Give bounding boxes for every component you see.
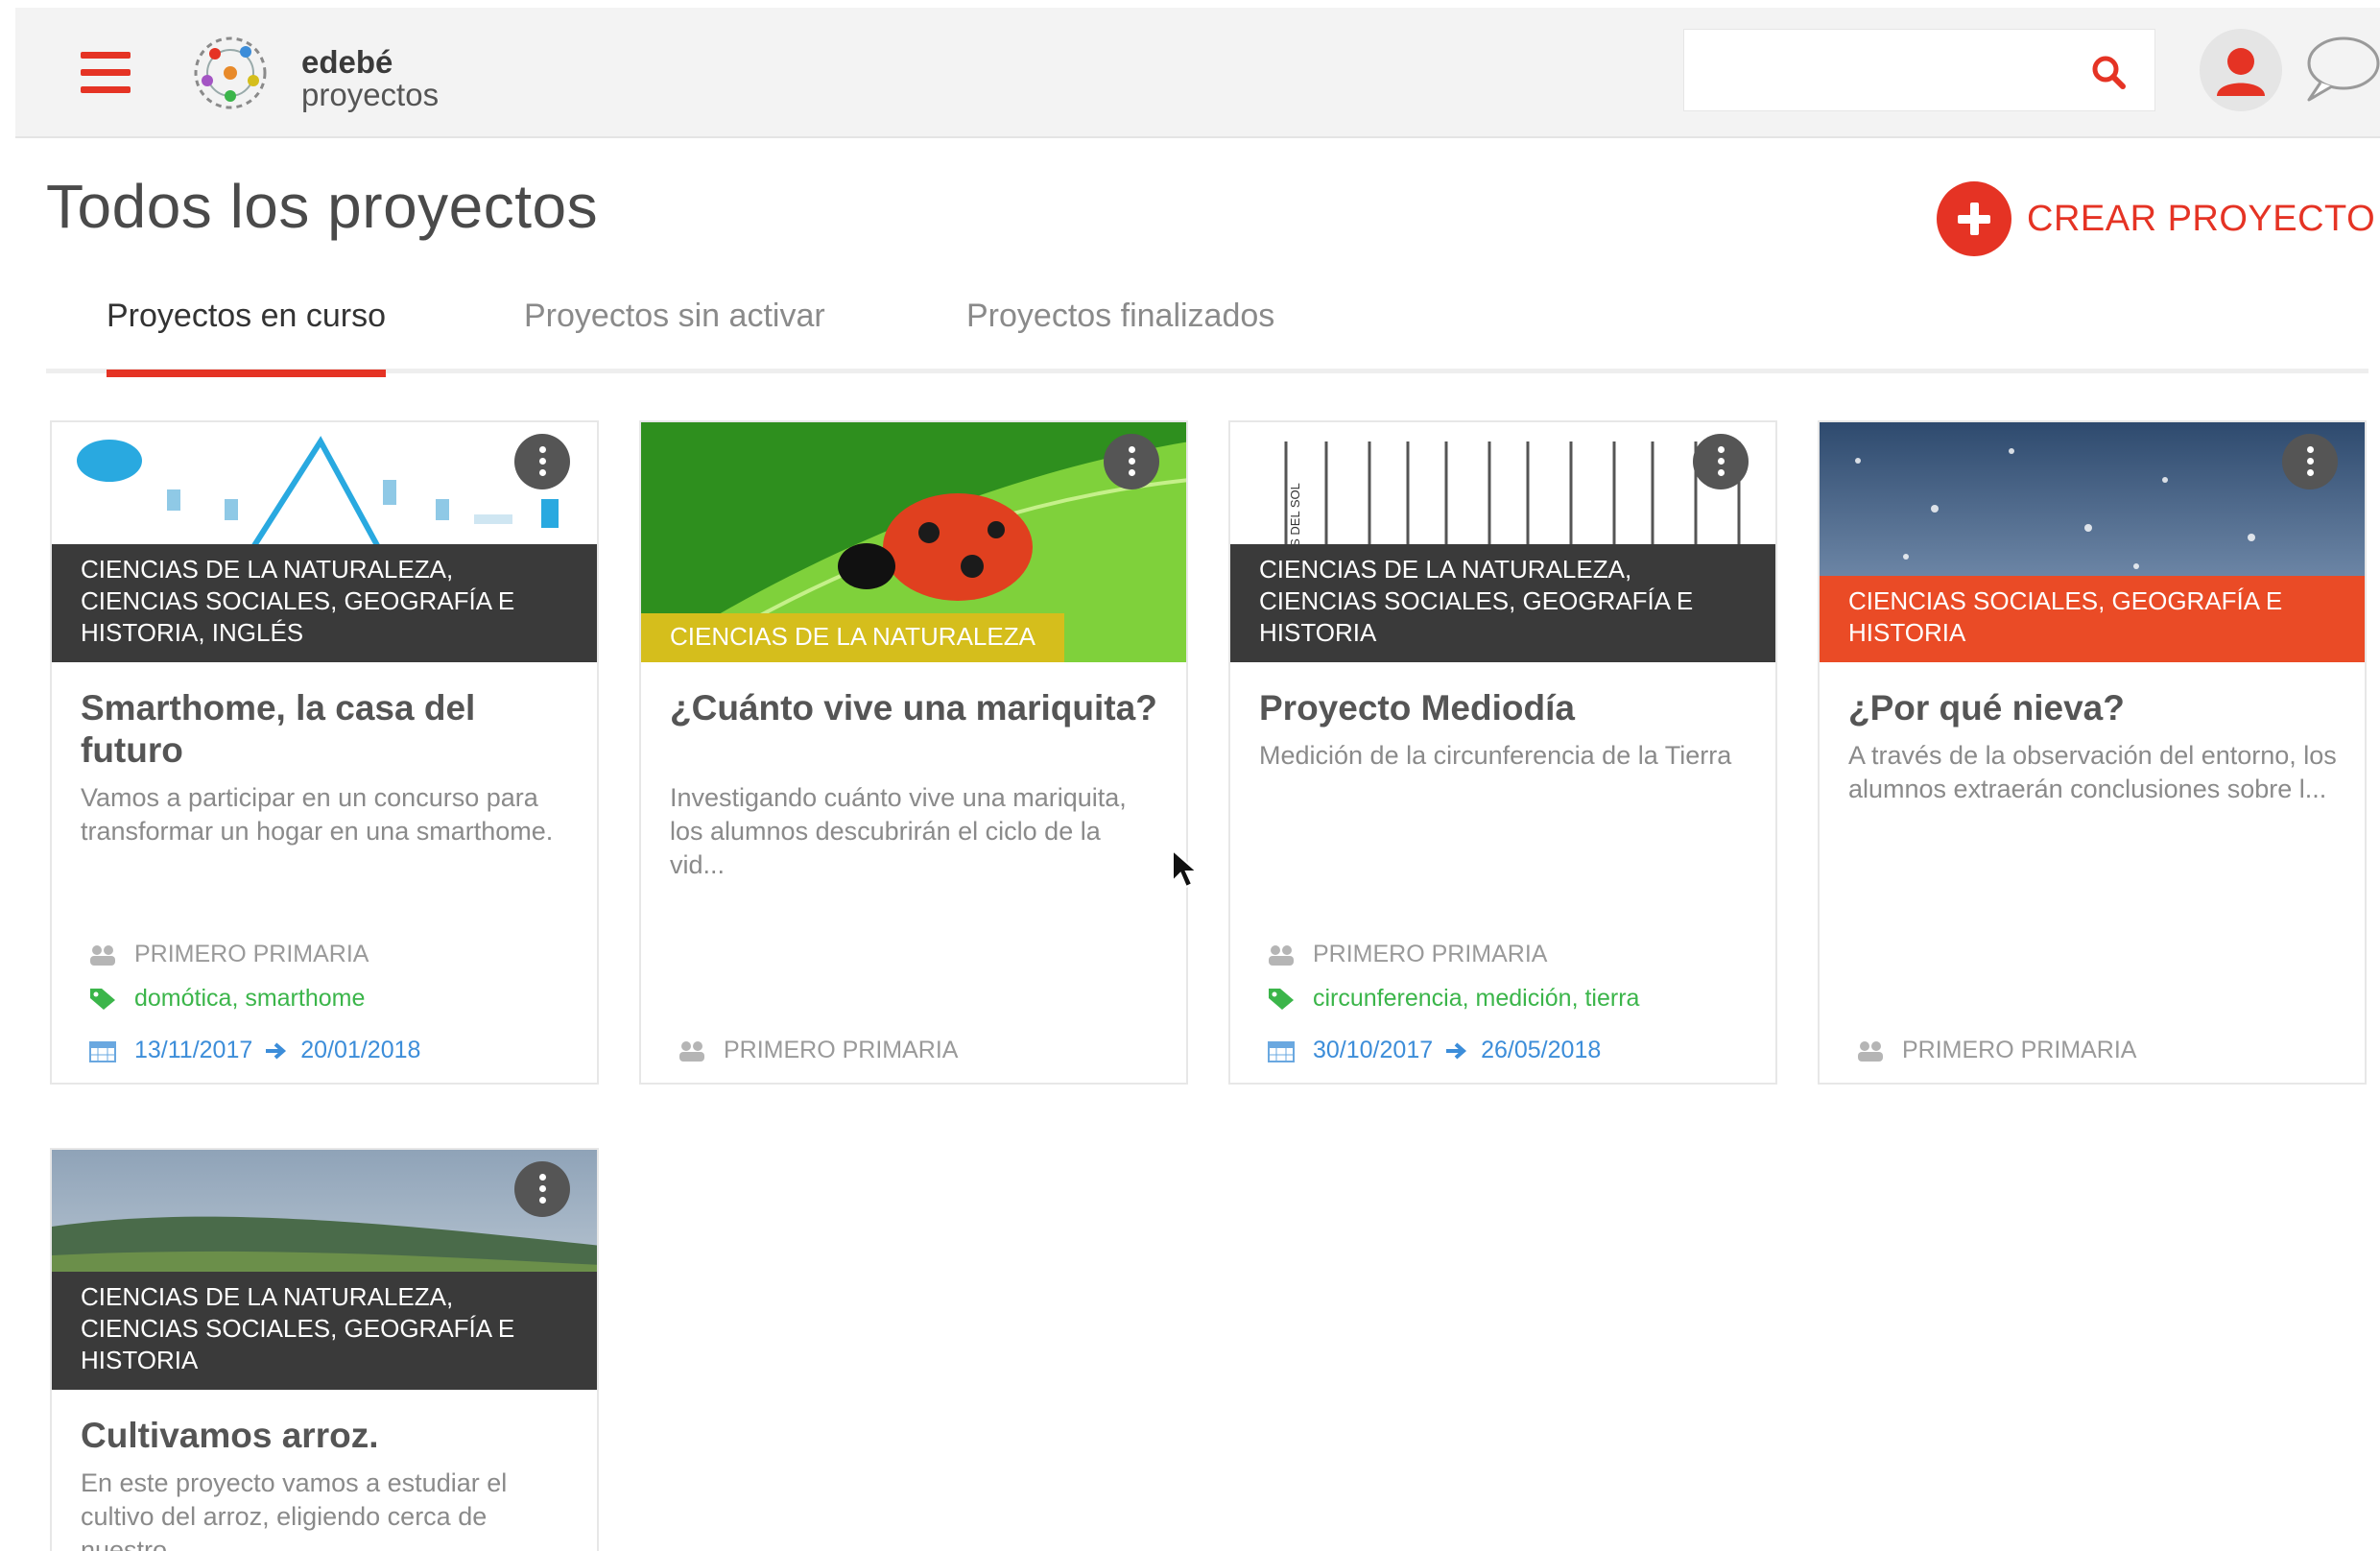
project-card-nieva[interactable]: CIENCIAS SOCIALES, GEOGRAFÍA E HISTORIA … [1818, 420, 2367, 1085]
tab-proyectos-sin-activar[interactable]: Proyectos sin activar [524, 298, 825, 335]
users-icon [679, 1040, 704, 1062]
card-options-icon[interactable] [2282, 434, 2338, 489]
mouse-cursor-icon [1172, 848, 1200, 889]
project-card-arroz[interactable]: CIENCIAS DE LA NATURALEZA, CIENCIAS SOCI… [50, 1148, 599, 1551]
card-title[interactable]: ¿Cuánto vive una mariquita? [670, 687, 1159, 729]
subject-band: CIENCIAS SOCIALES, GEOGRAFÍA E HISTORIA [1820, 576, 2365, 662]
users-icon [1858, 1040, 1883, 1062]
arrow-right-icon [1446, 1041, 1467, 1060]
card-tags: domótica, smarthome [88, 985, 365, 1013]
tab-proyectos-en-curso[interactable]: Proyectos en curso [107, 298, 387, 377]
card-level: PRIMERO PRIMARIA [88, 941, 369, 968]
card-tags: circunferencia, medición, tierra [1267, 985, 1639, 1013]
card-dates: 30/10/2017 26/05/2018 [1267, 1037, 1601, 1064]
subject-band: CIENCIAS DE LA NATURALEZA, CIENCIAS SOCI… [52, 544, 597, 662]
page-title: Todos los proyectos [46, 172, 599, 241]
create-project-label: CREAR PROYECTO [2027, 198, 2376, 239]
card-description: En este proyecto vamos a estudiar el cul… [81, 1468, 508, 1551]
card-title[interactable]: Cultivamos arroz. [81, 1415, 570, 1457]
edebe-proyectos-logo[interactable]: edebé proyectos [186, 25, 474, 121]
card-description: Medición de la circunferencia de la Tier… [1259, 741, 1732, 770]
card-dates: 13/11/2017 20/01/2018 [88, 1037, 420, 1064]
logo-line-1: edebé [301, 44, 393, 80]
users-icon [1269, 944, 1294, 966]
chat-bubble-icon[interactable] [2299, 31, 2380, 107]
card-options-icon[interactable] [514, 1161, 570, 1217]
subject-band: CIENCIAS DE LA NATURALEZA, CIENCIAS SOCI… [52, 1272, 597, 1390]
card-title[interactable]: Smarthome, la casa del futuro [81, 687, 570, 772]
top-bar: edebé proyectos [15, 8, 2380, 138]
card-level: PRIMERO PRIMARIA [678, 1037, 958, 1064]
level-text: PRIMERO PRIMARIA [724, 1037, 959, 1063]
card-title[interactable]: ¿Por qué nieva? [1848, 687, 2338, 729]
card-description: Investigando cuánto vive una mariquita, … [670, 783, 1127, 879]
create-project-button[interactable]: CREAR PROYECTO [1937, 180, 2375, 257]
tags-text[interactable]: domótica, smarthome [134, 985, 365, 1013]
end-date: 20/01/2018 [300, 1037, 421, 1063]
logo-line-2: proyectos [301, 77, 440, 112]
calendar-icon [89, 1040, 116, 1062]
card-level: PRIMERO PRIMARIA [1267, 941, 1547, 968]
card-options-icon[interactable] [1104, 434, 1159, 489]
search-box [1683, 29, 2155, 111]
end-date: 26/05/2018 [1481, 1037, 1602, 1063]
tag-icon [90, 988, 115, 1010]
arrow-right-icon [266, 1041, 287, 1060]
card-options-icon[interactable] [514, 434, 570, 489]
project-card-mediodia[interactable]: OS DEL SOL CIENCIAS DE LA NATURALEZA, CI… [1228, 420, 1777, 1085]
tag-icon [1269, 988, 1294, 1010]
card-options-icon[interactable] [1693, 434, 1749, 489]
level-text: PRIMERO PRIMARIA [1313, 941, 1548, 967]
search-input[interactable] [1698, 43, 2066, 97]
start-date: 13/11/2017 [134, 1037, 253, 1063]
search-icon[interactable] [2089, 53, 2128, 91]
user-icon [2217, 48, 2265, 96]
card-description: A través de la observación del entorno, … [1848, 741, 2337, 803]
start-date: 30/10/2017 [1313, 1037, 1434, 1063]
project-tabs: Proyectos en curso Proyectos sin activar… [46, 288, 2368, 377]
project-card-mariquita[interactable]: CIENCIAS DE LA NATURALEZA ¿Cuánto vive u… [639, 420, 1188, 1085]
subject-band: CIENCIAS DE LA NATURALEZA [641, 613, 1064, 662]
level-text: PRIMERO PRIMARIA [1902, 1037, 2137, 1063]
card-title[interactable]: Proyecto Mediodía [1259, 687, 1749, 729]
logo-mark-icon [194, 36, 267, 109]
project-card-smarthome[interactable]: CIENCIAS DE LA NATURALEZA, CIENCIAS SOCI… [50, 420, 599, 1085]
card-description: Vamos a participar en un concurso para t… [81, 783, 554, 846]
logo-text: edebé proyectos [301, 46, 439, 111]
tab-proyectos-finalizados[interactable]: Proyectos finalizados [966, 298, 1274, 335]
calendar-icon [1268, 1040, 1295, 1062]
tags-text[interactable]: circunferencia, medición, tierra [1313, 985, 1639, 1013]
card-level: PRIMERO PRIMARIA [1856, 1037, 2136, 1064]
level-text: PRIMERO PRIMARIA [134, 941, 369, 967]
user-avatar[interactable] [2200, 29, 2282, 111]
users-icon [90, 944, 115, 966]
hamburger-menu-icon[interactable] [81, 52, 131, 96]
subject-band: CIENCIAS DE LA NATURALEZA, CIENCIAS SOCI… [1230, 544, 1775, 662]
plus-circle-icon [1937, 181, 2011, 256]
